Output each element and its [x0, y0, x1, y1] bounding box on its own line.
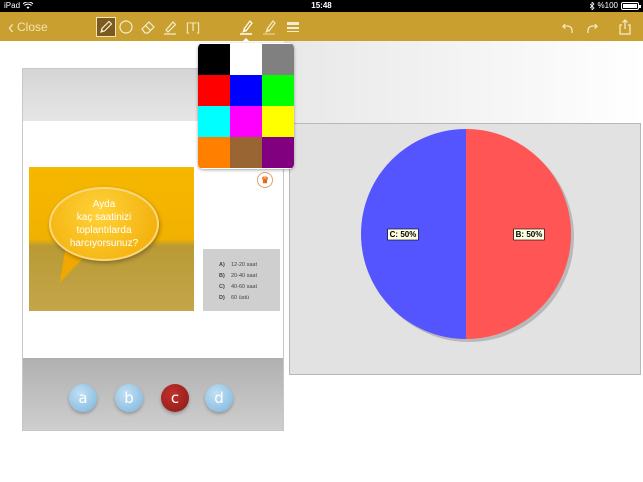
color-swatch[interactable]	[198, 106, 230, 137]
color-swatch[interactable]	[198, 44, 230, 75]
color-swatch[interactable]	[230, 44, 262, 75]
question-image: Ayda kaç saatinizi toplantılarda harcıyo…	[29, 167, 194, 311]
pen-width-icon	[263, 20, 276, 35]
eraser-icon	[141, 21, 155, 34]
close-label: Close	[17, 20, 48, 34]
choice-button-a[interactable]: a	[69, 384, 97, 412]
answer-item: C) 40-60 saat	[219, 283, 257, 290]
svg-text:B: 50%: B: 50%	[516, 230, 543, 239]
canvas-background	[284, 41, 643, 123]
status-bar: iPad 15:48 %100	[0, 0, 643, 12]
answer-list: A) 12-20 saat B) 20-40 saat C) 40-60 saat D…	[203, 249, 280, 311]
pie-chart: B: 50% C: 50%	[361, 129, 574, 342]
color-swatch[interactable]	[262, 137, 294, 168]
share-icon	[619, 19, 631, 35]
color-swatch[interactable]	[262, 106, 294, 137]
color-swatch[interactable]	[230, 137, 262, 168]
question-line: harcıyorsunuz?	[69, 238, 139, 249]
choice-button-b[interactable]: b	[115, 384, 143, 412]
text-icon: [T]	[186, 20, 200, 34]
redo-button[interactable]	[581, 17, 601, 37]
battery-icon	[621, 1, 641, 10]
pen-width-button[interactable]	[259, 17, 279, 37]
line-style-icon	[287, 22, 299, 32]
choice-button-c[interactable]: c	[161, 384, 189, 412]
pencil-icon	[100, 20, 113, 33]
line-style-button[interactable]	[283, 17, 303, 37]
question-line: Ayda	[92, 199, 116, 210]
eraser-tool-button[interactable]	[138, 17, 158, 37]
speech-bubble: Ayda kaç saatinizi toplantılarda harcıyo…	[49, 187, 159, 261]
close-button[interactable]: ‹ Close	[8, 17, 48, 37]
circle-icon	[119, 20, 133, 34]
results-chart-panel: B: 50% C: 50%	[289, 123, 641, 375]
highlighter-icon	[164, 21, 177, 35]
answer-item: A) 12-20 saat	[219, 261, 257, 268]
question-line: toplantılarda	[76, 225, 132, 236]
bluetooth-icon	[589, 1, 595, 10]
color-swatch[interactable]	[262, 44, 294, 75]
toolbar: ‹ Close [T]	[0, 12, 643, 41]
color-swatch[interactable]	[230, 75, 262, 106]
redo-icon	[587, 23, 598, 34]
undo-button[interactable]	[559, 17, 579, 37]
answer-item: D) 60 üstü	[219, 294, 250, 301]
circle-tool-button[interactable]	[116, 17, 136, 37]
undo-icon	[562, 23, 573, 34]
chevron-left-icon: ‹	[8, 16, 14, 38]
pie-label-c: C: 50%	[387, 228, 419, 241]
choice-button-d[interactable]: d	[205, 384, 233, 412]
svg-text:C: 50%: C: 50%	[390, 230, 417, 239]
color-swatch[interactable]	[230, 106, 262, 137]
answer-item: B) 20-40 saat	[219, 272, 257, 279]
color-swatch[interactable]	[198, 75, 230, 106]
presenter-logo-icon[interactable]: ♛	[257, 172, 273, 188]
highlighter-tool-button[interactable]	[160, 17, 180, 37]
share-button[interactable]	[615, 17, 635, 37]
pie-label-b: B: 50%	[513, 228, 545, 241]
question-line: kaç saatinizi	[76, 212, 132, 223]
pencil-tool-button[interactable]	[96, 17, 116, 37]
color-swatch[interactable]	[262, 75, 294, 106]
color-picker	[198, 43, 294, 169]
status-time: 15:48	[311, 1, 332, 10]
text-tool-button[interactable]: [T]	[183, 17, 203, 37]
battery-percent: %100	[597, 1, 618, 10]
choice-buttons: a b c d	[23, 384, 283, 414]
pen-color-icon	[240, 20, 253, 35]
color-swatch[interactable]	[198, 137, 230, 168]
pen-color-button[interactable]	[236, 17, 256, 37]
status-right: %100	[589, 1, 641, 10]
